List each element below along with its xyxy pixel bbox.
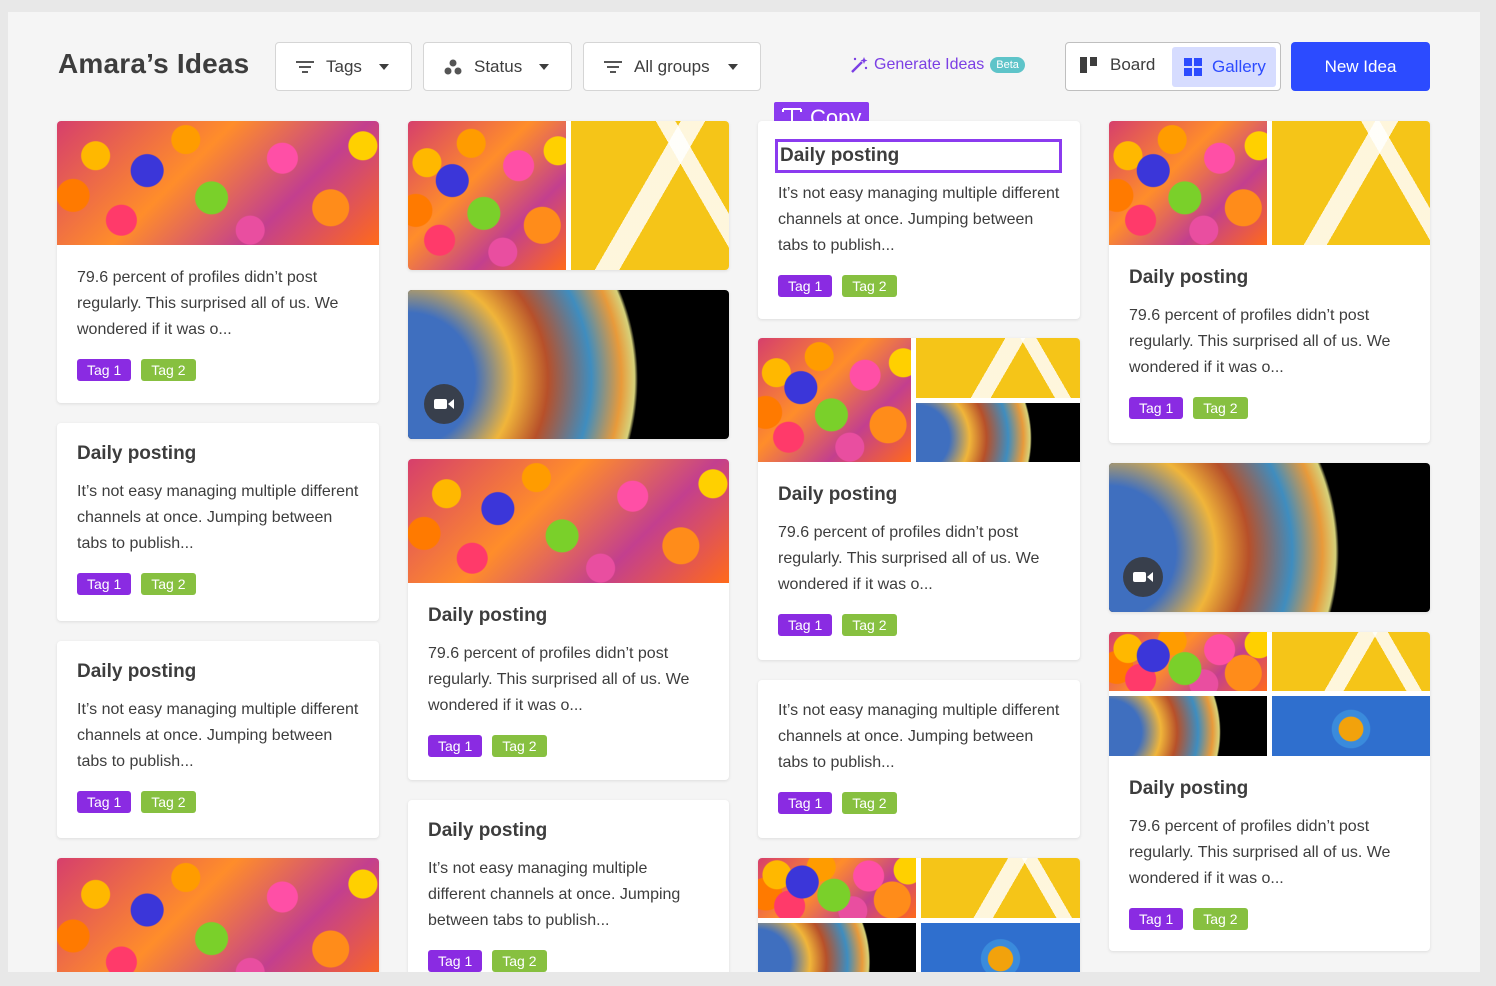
chevron-down-icon (539, 63, 549, 70)
card-image (57, 121, 379, 245)
idea-card[interactable] (758, 858, 1080, 972)
tag-badge[interactable]: Tag 2 (842, 614, 897, 636)
view-toggle: Board Gallery (1065, 42, 1281, 91)
tag-badge[interactable]: Tag 1 (77, 573, 132, 595)
tag-badge[interactable]: Tag 1 (77, 359, 132, 381)
card-description: It’s not easy managing multiple differen… (778, 185, 1060, 254)
beta-badge: Beta (990, 57, 1025, 73)
card-image (408, 121, 566, 270)
tag-badge[interactable]: Tag 2 (842, 275, 897, 297)
card-description: 79.6 percent of profiles didn’t post reg… (428, 645, 690, 714)
card-title: Daily posting (77, 661, 197, 682)
grid-icon (1184, 58, 1202, 76)
card-description: It’s not easy managing multiple differen… (778, 702, 1060, 771)
new-idea-button[interactable]: New Idea (1291, 42, 1430, 91)
tag-badge[interactable]: Tag 2 (492, 735, 547, 757)
idea-card[interactable] (408, 290, 729, 439)
board-icon (1080, 57, 1098, 73)
card-description: 79.6 percent of profiles didn’t post reg… (1129, 818, 1391, 887)
card-image (1272, 121, 1430, 245)
generate-ideas-label: Generate Ideas (874, 56, 985, 73)
card-image (1109, 696, 1267, 756)
tag-badge[interactable]: Tag 2 (141, 573, 196, 595)
idea-card[interactable] (57, 858, 379, 972)
card-description: 79.6 percent of profiles didn’t post reg… (778, 524, 1040, 593)
card-image (758, 923, 916, 972)
board-view-label: Board (1110, 55, 1156, 74)
card-title: Daily posting (1129, 267, 1249, 288)
card-image (1272, 696, 1430, 756)
card-image (916, 338, 1080, 398)
board-view-button[interactable]: Board (1080, 55, 1155, 75)
card-description: It’s not easy managing multiple differen… (77, 483, 359, 552)
card-description: It’s not easy managing multiple differen… (428, 860, 681, 929)
tag-badge[interactable]: Tag 2 (1193, 397, 1248, 419)
tag-badge[interactable]: Tag 2 (141, 359, 196, 381)
card-description: 79.6 percent of profiles didn’t post reg… (1129, 307, 1391, 376)
tag-badge[interactable]: Tag 1 (77, 791, 132, 813)
card-image (758, 858, 916, 918)
idea-card[interactable]: Daily posting It’s not easy managing mul… (758, 121, 1080, 319)
tag-badge[interactable]: Tag 1 (428, 735, 483, 757)
tags-filter-label: Tags (326, 56, 362, 76)
card-image (408, 459, 729, 583)
status-filter-dropdown[interactable]: Status (423, 42, 572, 91)
card-title: Daily posting (1129, 778, 1249, 799)
card-image (1109, 121, 1267, 245)
idea-card[interactable]: Daily posting 79.6 percent of profiles d… (758, 338, 1080, 660)
tag-badge[interactable]: Tag 1 (1129, 908, 1184, 930)
card-title: Daily posting (77, 443, 197, 464)
groups-filter-label: All groups (634, 56, 710, 76)
magic-wand-icon (850, 56, 868, 74)
tag-badge[interactable]: Tag 2 (492, 950, 547, 972)
idea-card[interactable]: It’s not easy managing multiple differen… (758, 680, 1080, 838)
tags-filter-dropdown[interactable]: Tags (275, 42, 412, 91)
tag-badge[interactable]: Tag 2 (141, 791, 196, 813)
card-image (1109, 632, 1267, 691)
tag-badge[interactable]: Tag 1 (1129, 397, 1184, 419)
idea-card[interactable]: Daily posting 79.6 percent of profiles d… (1109, 121, 1430, 443)
card-title: Daily posting (428, 820, 548, 841)
status-filter-label: Status (474, 56, 523, 76)
card-image (916, 403, 1080, 462)
filter-lines-icon (296, 58, 314, 76)
gallery-view-label: Gallery (1212, 57, 1266, 76)
card-description: 79.6 percent of profiles didn’t post reg… (77, 269, 339, 338)
app-frame: Amara’s Ideas Tags Status All groups Gen… (8, 12, 1480, 972)
card-image (57, 858, 379, 972)
tag-badge[interactable]: Tag 1 (778, 614, 833, 636)
card-title: Daily posting (778, 484, 898, 505)
chevron-down-icon (728, 63, 738, 70)
card-image (921, 858, 1080, 918)
filter-lines-icon (604, 58, 622, 76)
tag-badge[interactable]: Tag 1 (428, 950, 483, 972)
card-description: It’s not easy managing multiple differen… (77, 701, 359, 770)
video-camera-icon (1123, 557, 1163, 597)
card-title-editing[interactable]: Daily posting (775, 139, 1062, 173)
idea-card[interactable]: Daily posting It’s not easy managing mul… (57, 641, 379, 838)
card-image (571, 121, 729, 270)
tag-badge[interactable]: Tag 2 (1193, 908, 1248, 930)
tag-badge[interactable]: Tag 2 (842, 792, 897, 814)
groups-filter-dropdown[interactable]: All groups (583, 42, 761, 91)
idea-card[interactable]: Daily posting 79.6 percent of profiles d… (408, 459, 729, 780)
idea-card[interactable] (1109, 463, 1430, 612)
generate-ideas-button[interactable]: Generate Ideas Beta (850, 56, 1025, 74)
tag-badge[interactable]: Tag 1 (778, 792, 833, 814)
gallery-view-button[interactable]: Gallery (1172, 47, 1276, 87)
status-dots-icon (444, 58, 462, 76)
idea-card[interactable]: Daily posting It’s not easy managing mul… (408, 800, 729, 972)
idea-card[interactable]: 79.6 percent of profiles didn’t post reg… (57, 121, 379, 403)
idea-card[interactable] (408, 121, 729, 270)
page-title: Amara’s Ideas (58, 48, 250, 79)
card-image (1272, 632, 1430, 691)
card-image (758, 338, 911, 462)
idea-card[interactable]: Daily posting It’s not easy managing mul… (57, 423, 379, 621)
chevron-down-icon (379, 63, 389, 70)
tag-badge[interactable]: Tag 1 (778, 275, 833, 297)
card-image (921, 923, 1080, 972)
card-title: Daily posting (428, 605, 548, 626)
video-camera-icon (424, 384, 464, 424)
idea-card[interactable]: Daily posting 79.6 percent of profiles d… (1109, 632, 1430, 951)
